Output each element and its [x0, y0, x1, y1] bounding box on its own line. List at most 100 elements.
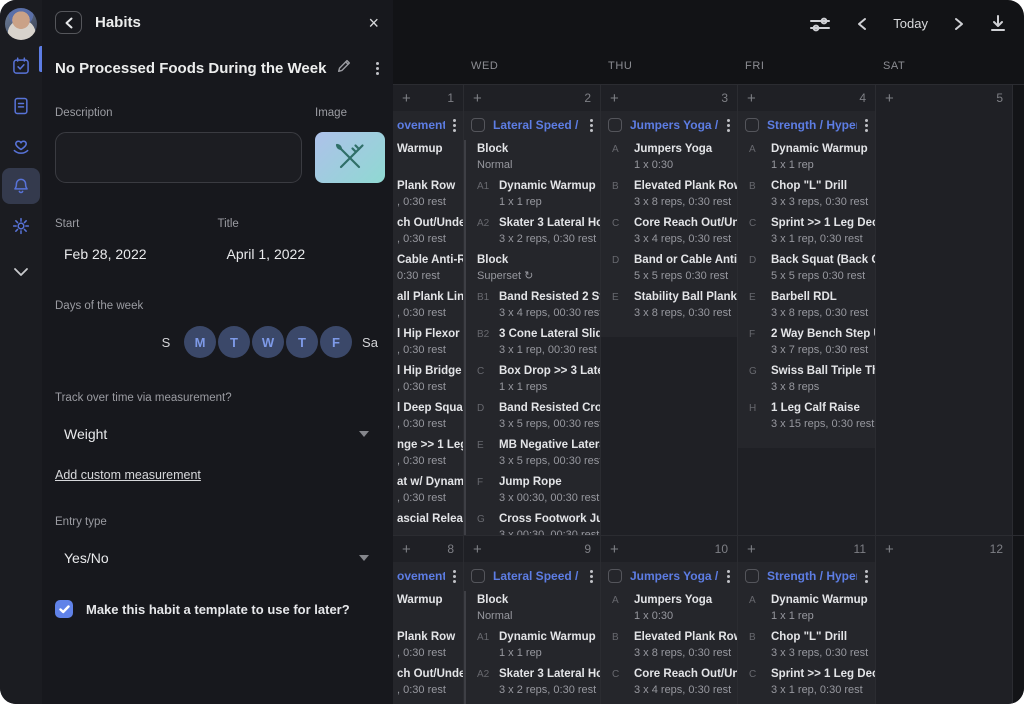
workout-title-link[interactable]: Jumpers Yoga / Core [630, 118, 719, 132]
exercise-name[interactable]: Elevated Plank Row [634, 179, 737, 193]
exercise-name[interactable]: Elevated Plank Row [634, 630, 737, 644]
edit-icon[interactable] [336, 58, 352, 79]
exercise-name[interactable]: all Plank Linear ... [397, 290, 463, 304]
workout-checkbox[interactable] [471, 118, 485, 132]
add-workout-button[interactable]: + [885, 542, 894, 557]
description-input[interactable] [55, 132, 302, 183]
exercise-name[interactable]: Chop "L" Drill [771, 179, 875, 193]
day-toggle-w[interactable]: W [252, 326, 284, 358]
exercise-name[interactable]: Dynamic Warmup [771, 593, 875, 607]
workout-menu-button[interactable] [727, 124, 730, 127]
exercise-name[interactable]: Sprint >> 1 Leg Declarations [771, 667, 875, 681]
download-icon[interactable] [990, 15, 1006, 32]
sidebar-item-notes[interactable] [2, 88, 40, 124]
chevron-left-icon[interactable] [857, 17, 867, 31]
workout-title-link[interactable]: Strength / Hypertro... [767, 569, 857, 583]
add-workout-button[interactable]: + [402, 91, 411, 106]
measurement-select[interactable]: Weight [42, 404, 393, 442]
exercise-name[interactable]: Dynamic Warmup [499, 630, 600, 644]
workout-title-link[interactable]: ovement Q... [397, 118, 445, 132]
start-date-value[interactable]: Feb 28, 2022 [64, 246, 218, 262]
exercise-name[interactable]: Jumpers Yoga [634, 593, 737, 607]
exercise-name[interactable]: Cable Anti-Rotati... [397, 253, 463, 267]
close-icon[interactable]: × [368, 14, 379, 32]
exercise-name[interactable]: l Hip Bridge w/ ... [397, 364, 463, 378]
exercise-name[interactable]: Core Reach Out/Under [634, 216, 737, 230]
exercise-name[interactable]: Back Squat (Back Off Set) [771, 253, 875, 267]
day-toggle-f[interactable]: F [320, 326, 352, 358]
workout-menu-button[interactable] [865, 575, 868, 578]
add-workout-button[interactable]: + [747, 542, 756, 557]
exercise-name[interactable]: Jumpers Yoga [634, 142, 737, 156]
day-toggle-t[interactable]: T [286, 326, 318, 358]
workout-card[interactable]: Strength / Hypertro...ADynamic Warmup1 x… [738, 111, 875, 448]
workout-card[interactable]: Jumpers Yoga / CoreAJumpers Yoga1 x 0:30… [601, 562, 737, 704]
chevron-right-icon[interactable] [954, 17, 964, 31]
add-workout-button[interactable]: + [402, 542, 411, 557]
exercise-name[interactable]: Swiss Ball Triple Threat [771, 364, 875, 378]
workout-title-link[interactable]: Strength / Hypertro... [767, 118, 857, 132]
exercise-name[interactable]: Chop "L" Drill [771, 630, 875, 644]
exercise-name[interactable]: Band Resisted 2 Step Late... [499, 290, 600, 304]
exercise-name[interactable]: Skater 3 Lateral Hops >> ... [499, 667, 600, 681]
add-workout-button[interactable]: + [885, 91, 894, 106]
sidebar-item-notifications[interactable] [2, 168, 40, 204]
template-checkbox[interactable] [55, 600, 73, 618]
workout-checkbox[interactable] [471, 569, 485, 583]
habit-menu-button[interactable] [376, 67, 379, 70]
workout-card[interactable]: ovement Q...WarmupPlank Row, 0:30 restch… [393, 562, 463, 704]
exercise-name[interactable]: Jump Rope [499, 475, 600, 489]
habit-image[interactable] [315, 132, 385, 183]
exercise-name[interactable]: Box Drop >> 3 Lateral H... [499, 364, 600, 378]
exercise-name[interactable]: Plank Row [397, 630, 463, 644]
workout-checkbox[interactable] [608, 569, 622, 583]
workout-title-link[interactable]: Jumpers Yoga / Core [630, 569, 719, 583]
exercise-name[interactable]: Dynamic Warmup [771, 142, 875, 156]
end-date-value[interactable]: April 1, 2022 [227, 246, 381, 262]
day-toggle-sa[interactable]: Sa [354, 326, 386, 358]
sidebar-collapse[interactable] [2, 254, 40, 290]
workout-checkbox[interactable] [745, 569, 759, 583]
entry-type-select[interactable]: Yes/No [42, 528, 393, 566]
exercise-name[interactable]: at w/ Dynamic P... [397, 475, 463, 489]
workout-menu-button[interactable] [453, 575, 456, 578]
exercise-name[interactable]: 1 Leg Calf Raise [771, 401, 875, 415]
exercise-name[interactable]: 3 Cone Lateral Slide [499, 327, 600, 341]
exercise-name[interactable]: ch Out/Under [397, 667, 463, 681]
add-custom-measurement-link[interactable]: Add custom measurement [55, 468, 201, 482]
day-toggle-s[interactable]: S [150, 326, 182, 358]
exercise-name[interactable]: 2 Way Bench Step Up [771, 327, 875, 341]
add-workout-button[interactable]: + [610, 542, 619, 557]
day-toggle-m[interactable]: M [184, 326, 216, 358]
workout-card[interactable]: Jumpers Yoga / CoreAJumpers Yoga1 x 0:30… [601, 111, 737, 337]
add-workout-button[interactable]: + [610, 91, 619, 106]
exercise-name[interactable]: Band Resisted Crossover... [499, 401, 600, 415]
avatar[interactable] [5, 8, 37, 40]
exercise-name[interactable]: l Hip Flexor Rais... [397, 327, 463, 341]
workout-menu-button[interactable] [590, 575, 593, 578]
exercise-name[interactable]: nge >> 1 Leg St... [397, 438, 463, 452]
back-button[interactable] [55, 11, 82, 34]
exercise-name[interactable]: ch Out/Under [397, 216, 463, 230]
exercise-name[interactable]: Warmup [397, 593, 463, 607]
exercise-name[interactable]: Cross Footwork Jump Rope [499, 512, 600, 526]
workout-title-link[interactable]: Lateral Speed / Plyo [493, 118, 582, 132]
exercise-name[interactable]: Core Reach Out/Under [634, 667, 737, 681]
workout-title-link[interactable]: Lateral Speed / Plyo [493, 569, 582, 583]
filter-icon[interactable] [809, 15, 831, 33]
exercise-name[interactable]: MB Negative Lateral Hop... [499, 438, 600, 452]
workout-checkbox[interactable] [608, 118, 622, 132]
exercise-name[interactable]: Plank Row [397, 179, 463, 193]
add-workout-button[interactable]: + [473, 542, 482, 557]
exercise-name[interactable]: Band or Cable Anti Rotati... [634, 253, 737, 267]
add-workout-button[interactable]: + [473, 91, 482, 106]
workout-menu-button[interactable] [865, 124, 868, 127]
exercise-name[interactable]: Skater 3 Lateral Hops >> ... [499, 216, 600, 230]
add-workout-button[interactable]: + [747, 91, 756, 106]
exercise-name[interactable]: ascial Release C... [397, 512, 463, 526]
workout-menu-button[interactable] [453, 124, 456, 127]
workout-checkbox[interactable] [745, 118, 759, 132]
exercise-name[interactable]: Stability Ball Plank Linear ... [634, 290, 737, 304]
today-button[interactable]: Today [893, 16, 928, 31]
sidebar-item-settings[interactable] [2, 208, 40, 244]
